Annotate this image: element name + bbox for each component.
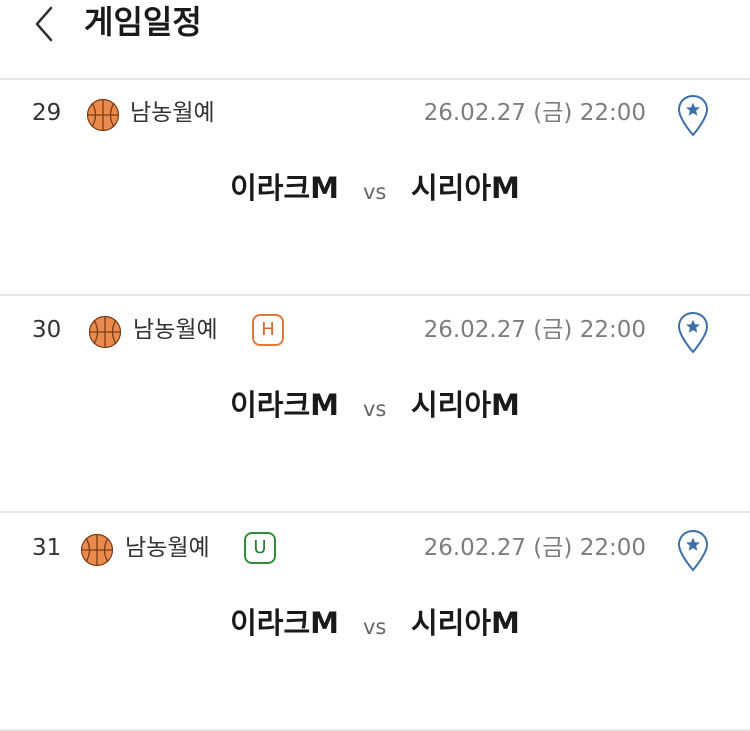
home-team: 이라크M (230, 388, 339, 422)
chevron-left-icon (35, 6, 53, 42)
map-pin-star-icon[interactable] (676, 311, 710, 355)
game-row[interactable]: 29 남농월예 26.02.27 (금) 22:00 이라크M vs 시리아M (0, 80, 750, 296)
back-button[interactable] (24, 4, 64, 44)
unover-badge: U (244, 532, 276, 564)
home-team: 이라크M (230, 171, 339, 205)
game-row[interactable]: 30 남농월예 H 26.02.27 (금) 22:00 이라크M vs 시리아… (0, 297, 750, 513)
game-datetime: 26.02.27 (금) 22:00 (423, 535, 646, 561)
away-team: 시리아M (411, 171, 520, 205)
game-number: 29 (32, 100, 62, 126)
map-pin-star-icon[interactable] (676, 94, 710, 138)
game-number: 30 (32, 317, 62, 343)
away-team: 시리아M (411, 388, 520, 422)
league-name: 남농월예 (130, 100, 215, 126)
handicap-badge: H (252, 314, 284, 346)
game-number: 31 (32, 535, 62, 561)
matchup: 이라크M vs 시리아M (0, 166, 750, 210)
vs-label: vs (363, 397, 387, 421)
game-row[interactable]: 31 남농월예 U 26.02.27 (금) 22:00 이라크M vs 시리아… (0, 515, 750, 731)
away-team: 시리아M (411, 606, 520, 640)
basketball-icon (88, 315, 122, 349)
vs-label: vs (363, 180, 387, 204)
league-name: 남농월예 (125, 535, 210, 561)
league-name: 남농월예 (133, 317, 218, 343)
basketball-icon (86, 98, 120, 132)
basketball-icon (80, 533, 114, 567)
game-datetime: 26.02.27 (금) 22:00 (423, 100, 646, 126)
game-datetime: 26.02.27 (금) 22:00 (423, 317, 646, 343)
matchup: 이라크M vs 시리아M (0, 601, 750, 645)
header: 게임일정 (0, 0, 750, 80)
vs-label: vs (363, 615, 387, 639)
home-team: 이라크M (230, 606, 339, 640)
page-title: 게임일정 (84, 3, 202, 41)
matchup: 이라크M vs 시리아M (0, 383, 750, 427)
map-pin-star-icon[interactable] (676, 529, 710, 573)
